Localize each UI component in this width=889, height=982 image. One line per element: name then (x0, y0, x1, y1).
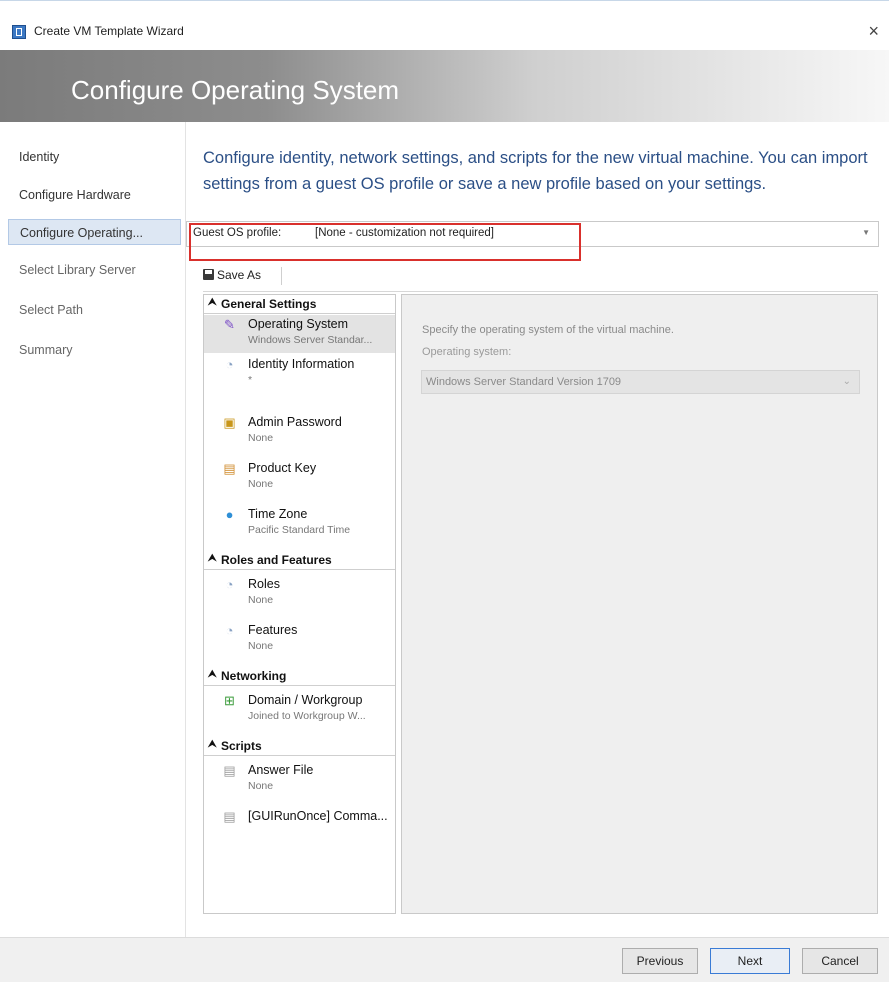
os-icon: ✎ (224, 317, 235, 332)
tree-item-admin-password[interactable]: ▣ Admin Password None (204, 413, 395, 451)
roles-icon: ◔ (225, 577, 234, 592)
item-name: Answer File (248, 763, 314, 777)
password-icon: ▣ (223, 415, 236, 430)
group-general-settings[interactable]: ⮝ General Settings (204, 295, 395, 314)
page-title: Configure Operating System (71, 75, 400, 105)
item-name: Admin Password (248, 415, 342, 429)
item-name: Domain / Workgroup (248, 693, 363, 707)
collapse-icon[interactable]: ⮝ (208, 739, 217, 750)
group-networking[interactable]: ⮝ Networking (204, 667, 395, 686)
time-zone-icon: ● (225, 507, 234, 522)
cancel-button[interactable]: Cancel (802, 948, 878, 974)
item-value: None (248, 640, 274, 652)
chevron-down-icon[interactable]: ▼ (862, 228, 870, 237)
group-label: Networking (221, 669, 287, 683)
item-name: Product Key (248, 461, 317, 475)
tree-item-roles[interactable]: ◔ Roles None (204, 575, 395, 613)
item-value: * (248, 374, 253, 386)
nav-item-identity[interactable]: Identity (8, 144, 181, 170)
operating-system-select[interactable]: Windows Server Standard Version 1709 ⌄ (421, 370, 860, 394)
tree-item-identity-information[interactable]: ◔ Identity Information * (204, 355, 395, 393)
item-name: Roles (248, 577, 280, 591)
settings-tree: ⮝ General Settings ✎ Operating System Wi… (203, 294, 396, 914)
tree-item-guirunonce-commands[interactable]: ▤ [GUIRunOnce] Comma... (204, 807, 395, 845)
item-name: Time Zone (248, 507, 308, 521)
guest-os-profile-select[interactable]: [None - customization not required] (315, 227, 494, 239)
wizard-nav: Identity Configure Hardware Configure Op… (0, 122, 186, 937)
chevron-down-icon[interactable]: ⌄ (843, 376, 851, 387)
footer: Previous Next Cancel (0, 937, 889, 982)
previous-button[interactable]: Previous (622, 948, 698, 974)
item-value: Windows Server Standar... (248, 334, 373, 346)
item-value: None (248, 478, 274, 490)
collapse-icon[interactable]: ⮝ (208, 297, 217, 308)
operating-system-value: Windows Server Standard Version 1709 (426, 376, 622, 388)
save-as-button[interactable]: Save As (217, 268, 261, 282)
group-scripts[interactable]: ⮝ Scripts (204, 737, 395, 756)
detail-panel: Specify the operating system of the virt… (401, 294, 878, 914)
item-value: Pacific Standard Time (248, 524, 351, 536)
tree-item-answer-file[interactable]: ▤ Answer File None (204, 761, 395, 799)
tree-item-product-key[interactable]: ▤ Product Key None (204, 459, 395, 497)
title-bar: Create VM Template Wizard × (0, 0, 889, 41)
divider (203, 291, 878, 292)
save-icon[interactable] (203, 269, 214, 280)
tree-item-time-zone[interactable]: ● Time Zone Pacific Standard Time (204, 505, 395, 543)
item-name: Features (248, 623, 298, 637)
guest-os-profile-label: Guest OS profile: (193, 227, 282, 239)
next-button[interactable]: Next (710, 948, 790, 974)
item-value: None (248, 594, 274, 606)
intro-text: Configure identity, network settings, an… (203, 149, 868, 193)
tree-item-domain-workgroup[interactable]: ⊞ Domain / Workgroup Joined to Workgroup… (204, 691, 395, 729)
nav-item-select-path[interactable]: Select Path (8, 297, 181, 323)
tree-item-features[interactable]: ◔ Features None (204, 621, 395, 659)
wizard-header: Configure Operating System (0, 50, 889, 122)
identity-icon: ◔ (225, 357, 234, 372)
group-label: Scripts (221, 739, 262, 753)
collapse-icon[interactable]: ⮝ (208, 669, 217, 680)
product-key-icon: ▤ (223, 461, 236, 476)
script-icon: ▤ (223, 809, 236, 824)
group-label: Roles and Features (221, 553, 332, 567)
item-value: None (248, 432, 274, 444)
domain-icon: ⊞ (224, 693, 235, 708)
group-label: General Settings (221, 297, 317, 311)
guest-os-profile-row: Guest OS profile: [None - customization … (186, 221, 879, 247)
toolbar: Save As (203, 264, 403, 288)
nav-item-configure-hardware[interactable]: Configure Hardware (8, 182, 181, 208)
app-icon (12, 25, 26, 39)
group-roles-and-features[interactable]: ⮝ Roles and Features (204, 551, 395, 570)
collapse-icon[interactable]: ⮝ (208, 553, 217, 564)
nav-item-summary[interactable]: Summary (8, 337, 181, 363)
tree-item-operating-system[interactable]: ✎ Operating System Windows Server Standa… (204, 315, 395, 353)
operating-system-label: Operating system: (422, 346, 512, 358)
nav-item-select-library-server[interactable]: Select Library Server (8, 257, 181, 283)
close-icon[interactable]: × (868, 21, 879, 42)
item-name: Identity Information (248, 357, 355, 371)
nav-item-configure-operating-system[interactable]: Configure Operating... (8, 219, 181, 245)
window-title: Create VM Template Wizard (34, 24, 184, 38)
features-icon: ◔ (225, 623, 234, 638)
item-value: Joined to Workgroup W... (248, 710, 366, 722)
item-value: None (248, 780, 274, 792)
detail-description: Specify the operating system of the virt… (422, 324, 674, 336)
item-name: [GUIRunOnce] Comma... (248, 809, 388, 823)
toolbar-divider (281, 267, 282, 285)
item-name: Operating System (248, 317, 349, 331)
answer-file-icon: ▤ (223, 763, 236, 778)
